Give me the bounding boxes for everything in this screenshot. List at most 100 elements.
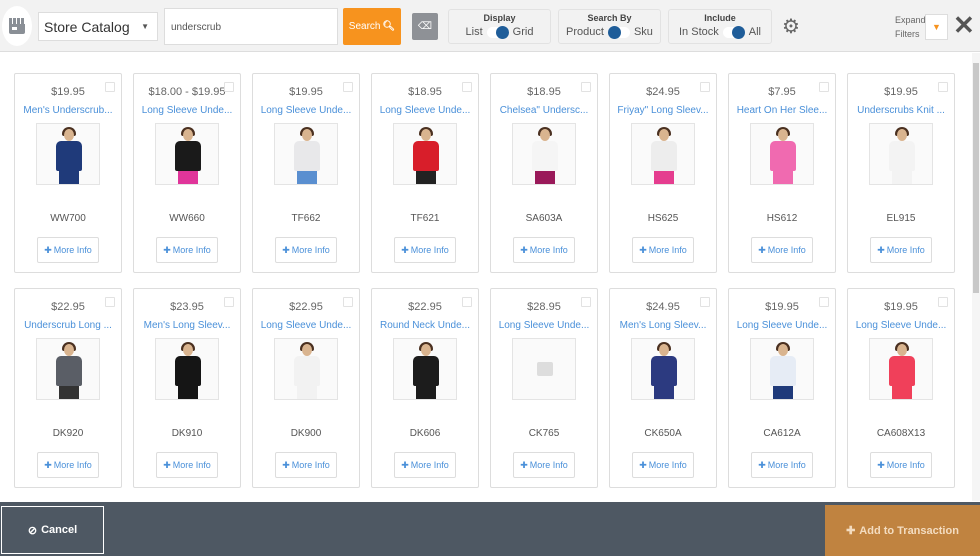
more-info-button[interactable]: ✚ More Info xyxy=(275,237,337,263)
more-info-button[interactable]: ✚ More Info xyxy=(275,452,337,478)
product-name-link[interactable]: Long Sleeve Unde... xyxy=(491,320,597,331)
clear-button[interactable]: ⌫ xyxy=(412,13,438,40)
product-name-link[interactable]: Long Sleeve Unde... xyxy=(253,105,359,116)
product-image[interactable] xyxy=(274,338,338,400)
select-checkbox[interactable] xyxy=(819,82,829,92)
more-info-button[interactable]: ✚ More Info xyxy=(870,237,932,263)
product-head xyxy=(64,129,74,141)
plus-icon: ✚ xyxy=(282,459,290,470)
product-image[interactable] xyxy=(631,338,695,400)
catalog-select[interactable]: Store Catalog ▼ xyxy=(38,12,158,41)
product-name-link[interactable]: Long Sleeve Unde... xyxy=(848,320,954,331)
select-checkbox[interactable] xyxy=(343,82,353,92)
plus-icon: ✚ xyxy=(282,244,290,255)
more-info-button[interactable]: ✚ More Info xyxy=(513,237,575,263)
include-toggle[interactable] xyxy=(722,25,745,39)
select-checkbox[interactable] xyxy=(581,297,591,307)
select-checkbox[interactable] xyxy=(938,297,948,307)
product-image[interactable] xyxy=(393,123,457,185)
product-image[interactable] xyxy=(36,123,100,185)
product-name-link[interactable]: Long Sleeve Unde... xyxy=(372,105,478,116)
product-image[interactable] xyxy=(631,123,695,185)
more-info-button[interactable]: ✚ More Info xyxy=(37,452,99,478)
add-to-transaction-button[interactable]: ✚ Add to Transaction xyxy=(825,505,980,556)
select-checkbox[interactable] xyxy=(105,297,115,307)
product-name-link[interactable]: Long Sleeve Unde... xyxy=(729,320,835,331)
product-sku: CK765 xyxy=(528,428,560,439)
product-image[interactable] xyxy=(393,338,457,400)
more-info-label: More Info xyxy=(410,460,449,470)
plus-icon: ✚ xyxy=(520,244,528,255)
more-info-button[interactable]: ✚ More Info xyxy=(394,237,456,263)
product-image[interactable] xyxy=(869,338,933,400)
product-sku: DK910 xyxy=(171,428,203,439)
plus-icon: ✚ xyxy=(520,459,528,470)
product-image[interactable] xyxy=(869,123,933,185)
select-checkbox[interactable] xyxy=(224,82,234,92)
product-name-link[interactable]: Underscrubs Knit ... xyxy=(848,105,954,116)
product-shirt xyxy=(56,356,82,386)
product-image[interactable] xyxy=(512,123,576,185)
select-checkbox[interactable] xyxy=(224,297,234,307)
display-title: Display xyxy=(483,13,516,23)
more-info-button[interactable]: ✚ More Info xyxy=(156,452,218,478)
product-image[interactable] xyxy=(274,123,338,185)
select-checkbox[interactable] xyxy=(700,297,710,307)
more-info-label: More Info xyxy=(291,460,330,470)
select-checkbox[interactable] xyxy=(819,297,829,307)
more-info-button[interactable]: ✚ More Info xyxy=(751,452,813,478)
product-name-link[interactable]: Long Sleeve Unde... xyxy=(253,320,359,331)
product-shirt xyxy=(651,356,677,386)
product-name-link[interactable]: Underscrub Long ... xyxy=(15,320,121,331)
more-info-label: More Info xyxy=(886,460,925,470)
select-checkbox[interactable] xyxy=(462,297,472,307)
scrollbar-thumb[interactable] xyxy=(973,63,979,293)
select-checkbox[interactable] xyxy=(581,82,591,92)
select-checkbox[interactable] xyxy=(700,82,710,92)
more-info-button[interactable]: ✚ More Info xyxy=(513,452,575,478)
more-info-button[interactable]: ✚ More Info xyxy=(870,452,932,478)
product-sku: SA603A xyxy=(525,213,563,224)
product-name-link[interactable]: Long Sleeve Unde... xyxy=(134,105,240,116)
search-by-toggle[interactable] xyxy=(607,25,630,39)
scrollbar[interactable] xyxy=(972,53,980,501)
product-pants xyxy=(773,171,793,184)
more-info-label: More Info xyxy=(53,460,92,470)
select-checkbox[interactable] xyxy=(938,82,948,92)
product-name-link[interactable]: Heart On Her Slee... xyxy=(729,105,835,116)
cancel-button[interactable]: ⊘ Cancel xyxy=(1,506,104,554)
expand-line1: Expand xyxy=(895,15,926,25)
product-name-link[interactable]: Round Neck Unde... xyxy=(372,320,478,331)
search-button[interactable]: Search 🔍︎ xyxy=(343,8,401,45)
product-image[interactable] xyxy=(750,338,814,400)
more-info-button[interactable]: ✚ More Info xyxy=(37,237,99,263)
product-head xyxy=(183,344,193,356)
product-name-link[interactable]: Friyay" Long Sleev... xyxy=(610,105,716,116)
product-sku: CK650A xyxy=(644,428,682,439)
product-name-link[interactable]: Men's Long Sleev... xyxy=(610,320,716,331)
close-icon[interactable]: ✕ xyxy=(953,10,975,41)
select-checkbox[interactable] xyxy=(343,297,353,307)
search-input[interactable]: underscrub xyxy=(164,8,338,45)
product-card: $19.95 Underscrubs Knit ... EL915 ✚ More … xyxy=(847,73,955,273)
more-info-button[interactable]: ✚ More Info xyxy=(156,237,218,263)
product-image[interactable] xyxy=(512,338,576,400)
product-image[interactable] xyxy=(750,123,814,185)
more-info-button[interactable]: ✚ More Info xyxy=(394,452,456,478)
product-image[interactable] xyxy=(155,338,219,400)
product-name-link[interactable]: Chelsea" Undersc... xyxy=(491,105,597,116)
more-info-button[interactable]: ✚ More Info xyxy=(632,452,694,478)
expand-filters-label: Expand Filters xyxy=(895,13,926,41)
display-toggle[interactable] xyxy=(486,25,509,39)
product-image[interactable] xyxy=(155,123,219,185)
more-info-button[interactable]: ✚ More Info xyxy=(751,237,813,263)
gear-icon[interactable]: ⚙ xyxy=(782,14,800,39)
product-image[interactable] xyxy=(36,338,100,400)
include-title: Include xyxy=(704,13,736,23)
expand-filters-button[interactable]: ▼ xyxy=(925,14,948,40)
product-name-link[interactable]: Men's Long Sleev... xyxy=(134,320,240,331)
select-checkbox[interactable] xyxy=(105,82,115,92)
more-info-button[interactable]: ✚ More Info xyxy=(632,237,694,263)
product-name-link[interactable]: Men's Underscrub... xyxy=(15,105,121,116)
select-checkbox[interactable] xyxy=(462,82,472,92)
